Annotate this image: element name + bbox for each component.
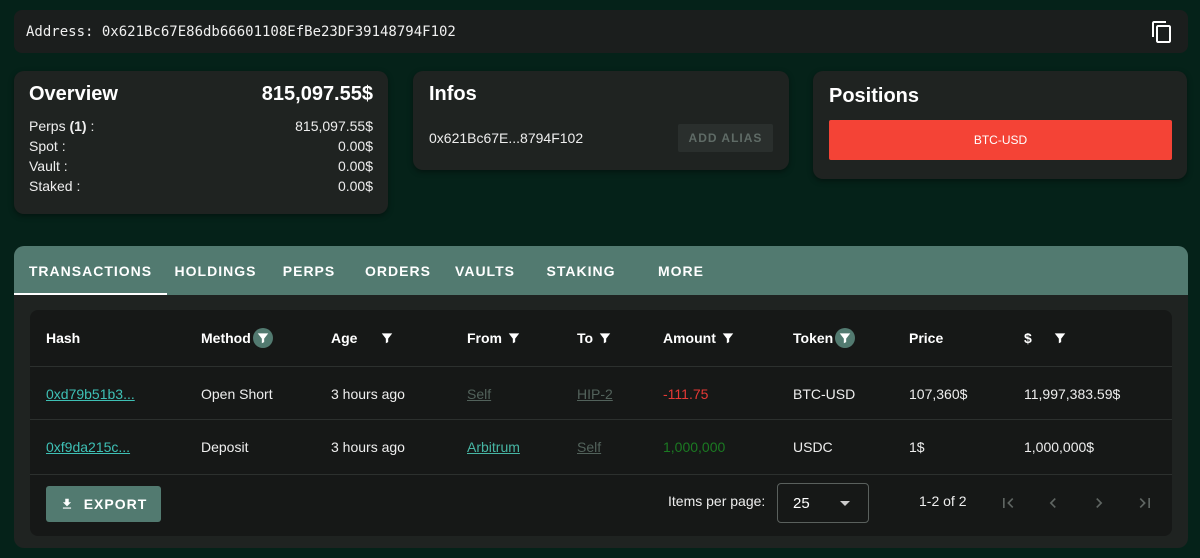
positions-card: Positions BTC-USD xyxy=(813,71,1187,179)
hash-link[interactable]: 0xd79b51b3... xyxy=(46,386,135,402)
pagination-range: 1-2 of 2 xyxy=(919,493,967,509)
overview-total: 815,097.55$ xyxy=(261,83,373,105)
overview-title: Overview xyxy=(29,83,118,105)
main-panel: TRANSACTIONS HOLDINGS PERPS ORDERS VAULT… xyxy=(14,246,1188,548)
filter-icon[interactable] xyxy=(595,328,615,348)
usd-cell: 1,000,000$ xyxy=(1024,438,1095,455)
filter-icon[interactable] xyxy=(504,328,524,348)
hash-link[interactable]: 0xf9da215c... xyxy=(46,439,130,455)
filter-icon[interactable] xyxy=(718,328,738,348)
method-cell: Open Short xyxy=(201,385,273,402)
token-cell: BTC-USD xyxy=(793,385,856,402)
tab-staking[interactable]: STAKING xyxy=(528,246,634,295)
items-per-page-value: 25 xyxy=(793,494,810,512)
header-amount: Amount xyxy=(663,310,738,366)
to-link[interactable]: Self xyxy=(577,439,601,455)
tab-holdings[interactable]: HOLDINGS xyxy=(167,246,264,295)
overview-row-label: Staked : xyxy=(29,178,81,194)
table-footer: EXPORT Items per page: 25 1-2 of 2 xyxy=(30,474,1172,536)
export-label: EXPORT xyxy=(83,496,148,512)
infos-title: Infos xyxy=(429,83,477,105)
position-button-btc-usd[interactable]: BTC-USD xyxy=(829,120,1172,160)
overview-row-staked: Staked : 0.00$ xyxy=(29,176,373,196)
header-price: Price xyxy=(909,330,944,346)
tab-perps[interactable]: PERPS xyxy=(264,246,354,295)
caret-down-icon xyxy=(840,501,850,506)
overview-card: Overview 815,097.55$ Perps (1) : 815,097… xyxy=(14,71,388,214)
price-cell: 1$ xyxy=(909,438,925,455)
overview-row-label: Perps (1) : xyxy=(29,118,95,134)
overview-row-value: 0.00$ xyxy=(337,178,373,194)
overview-row-value: 0.00$ xyxy=(337,158,373,174)
infos-card: Infos 0x621Bc67E...8794F102 ADD ALIAS xyxy=(413,71,789,170)
header-usd: $ xyxy=(1024,310,1070,366)
age-cell: 3 hours ago xyxy=(331,385,405,402)
header-to: To xyxy=(577,310,615,366)
method-cell: Deposit xyxy=(201,438,249,455)
download-icon xyxy=(62,498,71,509)
overview-row-label: Vault : xyxy=(29,158,68,174)
copy-icon[interactable] xyxy=(1150,20,1174,44)
positions-title: Positions xyxy=(829,85,920,107)
table-row: 0xd79b51b3... Open Short 3 hours ago Sel… xyxy=(30,366,1172,419)
transactions-table: Hash Method Age From To Amount Token Pri… xyxy=(30,310,1172,536)
tab-bar: TRANSACTIONS HOLDINGS PERPS ORDERS VAULT… xyxy=(14,246,1188,295)
from-link[interactable]: Arbitrum xyxy=(467,439,520,455)
tab-more[interactable]: MORE xyxy=(634,246,728,295)
tab-transactions[interactable]: TRANSACTIONS xyxy=(14,246,167,295)
to-link[interactable]: HIP-2 xyxy=(577,386,613,402)
table-row: 0xf9da215c... Deposit 3 hours ago Arbitr… xyxy=(30,419,1172,472)
amount-cell: -111.75 xyxy=(663,385,709,402)
usd-cell: 11,997,383.59$ xyxy=(1024,385,1121,402)
price-cell: 107,360$ xyxy=(909,385,968,402)
items-per-page-select[interactable]: 25 xyxy=(777,483,869,523)
overview-row-vault: Vault : 0.00$ xyxy=(29,156,373,176)
infos-short-address: 0x621Bc67E...8794F102 xyxy=(429,130,584,146)
header-age: Age xyxy=(331,310,397,366)
table-header: Hash Method Age From To Amount Token Pri… xyxy=(30,310,1172,366)
previous-page-icon[interactable] xyxy=(1041,491,1065,515)
header-method: Method xyxy=(201,310,273,366)
filter-icon[interactable] xyxy=(835,328,856,348)
amount-cell: 1,000,000 xyxy=(663,438,726,455)
items-per-page-label: Items per page: xyxy=(668,493,766,509)
next-page-icon[interactable] xyxy=(1087,491,1111,515)
filter-icon[interactable] xyxy=(1050,328,1070,348)
overview-row-perps: Perps (1) : 815,097.55$ xyxy=(29,116,373,136)
last-page-icon[interactable] xyxy=(1133,491,1157,515)
address-bar: Address: 0x621Bc67E86db66601108EfBe23DF3… xyxy=(14,10,1188,53)
add-alias-button[interactable]: ADD ALIAS xyxy=(678,124,773,152)
age-cell: 3 hours ago xyxy=(331,438,405,455)
overview-row-spot: Spot : 0.00$ xyxy=(29,136,373,156)
header-token: Token xyxy=(793,310,856,366)
header-hash: Hash xyxy=(46,330,81,346)
export-button[interactable]: EXPORT xyxy=(46,486,161,522)
token-cell: USDC xyxy=(793,438,833,455)
tab-vaults[interactable]: VAULTS xyxy=(442,246,528,295)
from-link[interactable]: Self xyxy=(467,386,491,402)
overview-row-label: Spot : xyxy=(29,138,66,154)
overview-row-value: 815,097.55$ xyxy=(295,118,373,134)
overview-row-value: 0.00$ xyxy=(337,138,373,154)
filter-icon[interactable] xyxy=(377,328,397,348)
first-page-icon[interactable] xyxy=(996,491,1020,515)
address-text: Address: 0x621Bc67E86db66601108EfBe23DF3… xyxy=(26,23,456,40)
tab-orders[interactable]: ORDERS xyxy=(354,246,442,295)
filter-icon[interactable] xyxy=(252,328,273,348)
header-from: From xyxy=(467,310,524,366)
